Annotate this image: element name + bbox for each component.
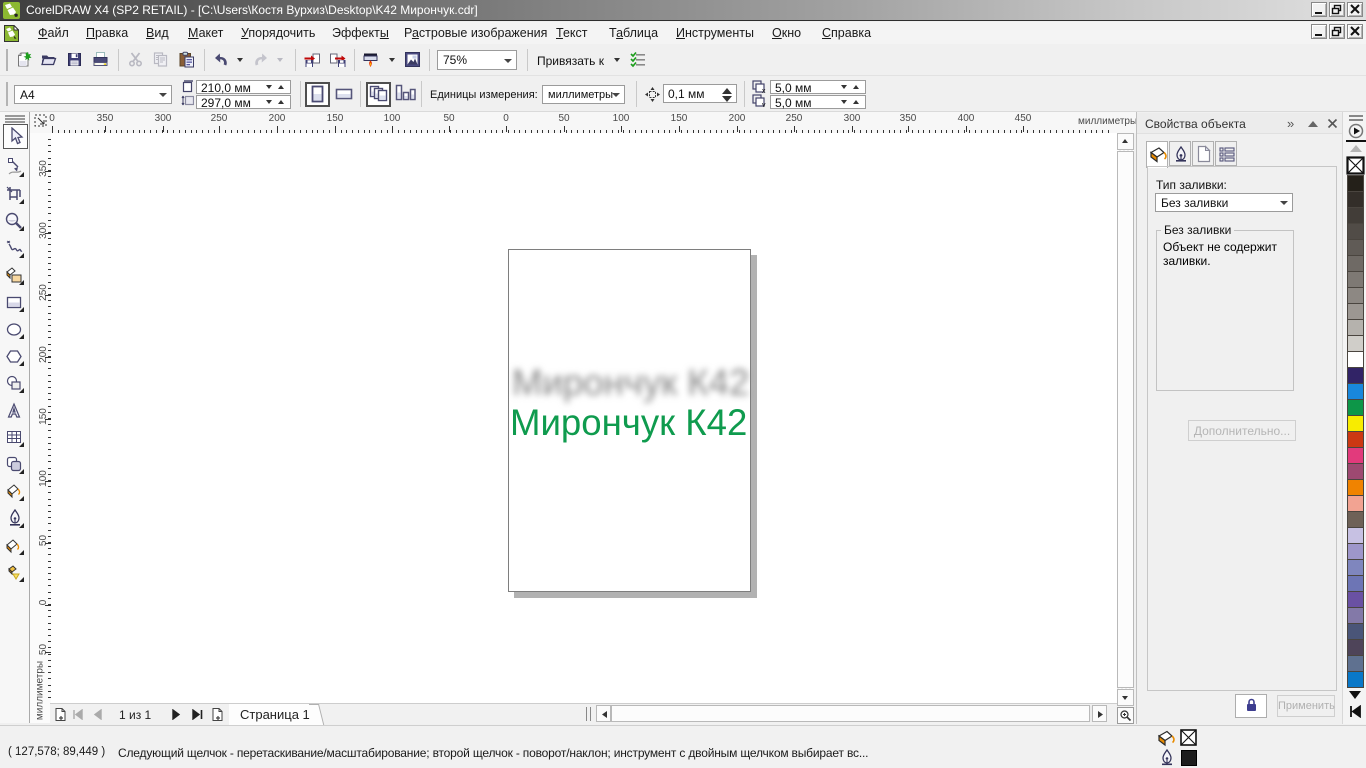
svg-text:y: y	[762, 102, 766, 107]
svg-text:x: x	[762, 88, 766, 93]
